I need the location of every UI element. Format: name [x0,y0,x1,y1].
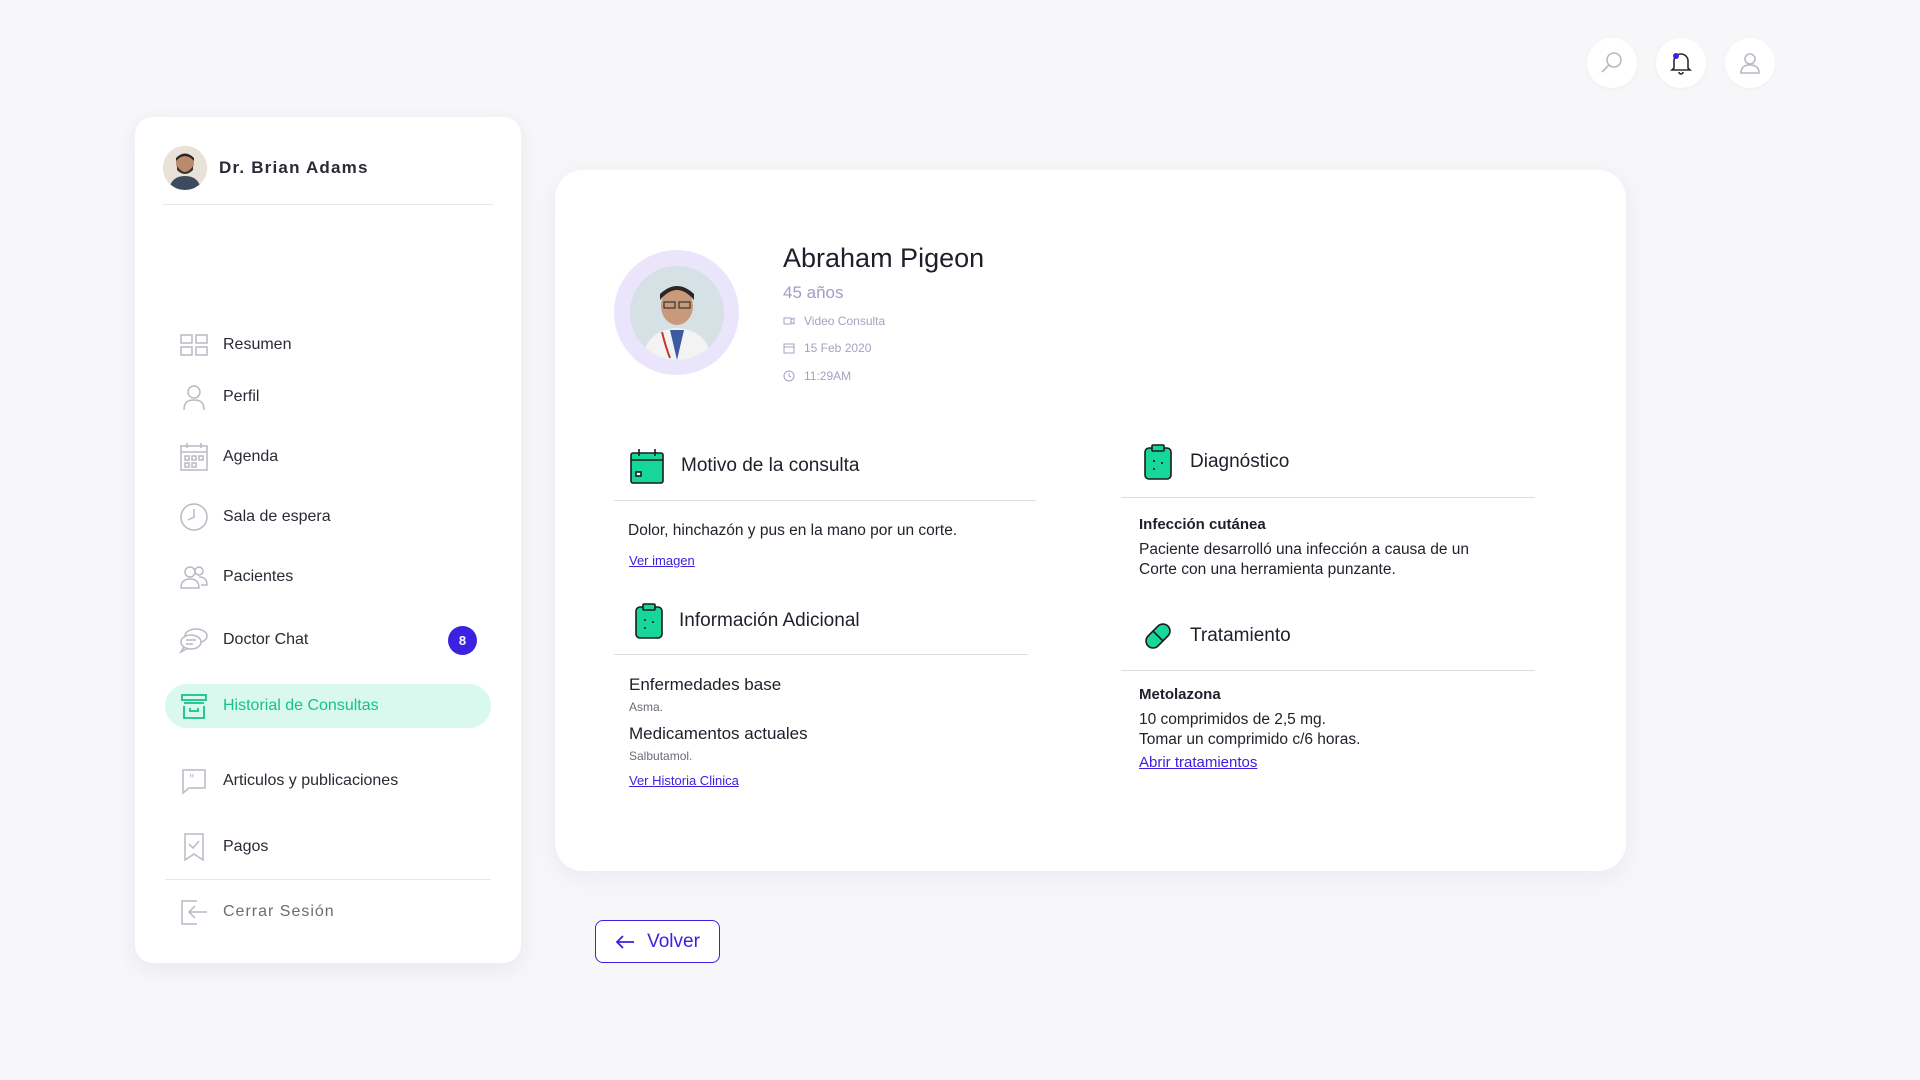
video-icon [783,317,795,325]
consultation-detail-card: Abraham Pigeon 45 años Video Consulta 15… [555,170,1626,871]
tratamiento-title: Tratamiento [1190,625,1291,646]
receipt-icon [177,830,211,864]
logout-label: Cerrar Sesión [223,903,335,920]
sidebar-item-label: Pagos [223,838,269,855]
clock-icon [783,370,795,382]
diagnostico-divider [1121,497,1535,498]
sidebar-item-historial-de-consultas[interactable]: Historial de Consultas [165,684,491,728]
consult-time-label: 11:29AM [804,369,852,383]
patient-age: 45 años [783,283,844,302]
quote-icon: " [177,764,211,798]
clipboard-icon [629,601,669,641]
archive-icon [177,689,211,723]
doctor-avatar [163,145,207,190]
motivo-divider [614,500,1036,501]
back-button[interactable]: Volver [595,920,720,963]
profile-button[interactable] [1725,38,1775,88]
patient-name: Abraham Pigeon [783,243,985,273]
logout-button[interactable]: Cerrar Sesión [165,890,491,934]
consult-time: 11:29AM [783,369,851,383]
consult-type-label: Video Consulta [804,314,886,328]
consult-type: Video Consulta [783,314,885,328]
chat-badge: 8 [448,625,477,655]
svg-text:": " [189,772,195,786]
info-divider [614,654,1028,655]
patient-avatar [614,250,739,375]
tratamiento-divider [1121,670,1535,671]
sidebar-item-pacientes[interactable]: Pacientes [165,555,491,599]
sidebar-item-label: Resumen [223,336,292,353]
sidebar-item-label: Sala de espera [223,508,331,525]
bell-icon [1670,53,1692,75]
ver-historia-clinica-link[interactable]: Ver Historia Clinica [629,773,739,788]
sidebar-item-perfil[interactable]: Perfil [165,375,491,419]
notifications-button[interactable] [1656,38,1706,88]
sidebar-item-label: Perfil [223,388,260,405]
enfermedades-label: Enfermedades base [629,675,782,694]
users-icon [177,560,211,594]
sidebar-item-resumen[interactable]: Resumen [165,323,491,367]
sidebar-item-label: Doctor Chat [223,631,309,648]
sidebar-item-label: Agenda [223,448,279,465]
arrow-left-icon [615,934,635,949]
sidebar-header: Dr. Brian Adams [163,131,493,205]
consult-date: 15 Feb 2020 [783,341,871,355]
calendar-icon [783,343,795,354]
motivo-text: Dolor, hinchazón y pus en la mano por un… [628,522,958,539]
back-label: Volver [647,930,700,952]
enfermedades-value: Asma. [629,700,664,714]
dashboard-icon [177,328,211,362]
pill-icon [1138,616,1178,656]
tratamiento-line1: 10 comprimidos de 2,5 mg. [1139,711,1326,728]
diagnostico-title: Diagnóstico [1190,451,1290,472]
consult-date-label: 15 Feb 2020 [804,341,872,355]
medicamentos-label: Medicamentos actuales [629,724,808,743]
search-icon [1601,52,1622,73]
clock-icon [177,500,211,534]
diagnostico-line2: Corte con una herramienta punzante. [1139,561,1396,578]
info-title: Información Adicional [679,610,860,631]
sidebar-item-agenda[interactable]: Agenda [165,435,491,479]
sidebar-item-doctor-chat[interactable]: Doctor Chat 8 [165,618,491,662]
search-button[interactable] [1587,38,1637,88]
user-icon [1740,53,1760,74]
doctor-name: Dr. Brian Adams [219,157,369,177]
user-icon [177,380,211,414]
sidebar-item-sala-de-espera[interactable]: Sala de espera [165,495,491,539]
medicamentos-value: Salbutamol. [629,749,693,763]
diagnostico-line1: Paciente desarrolló una infección a caus… [1139,541,1470,558]
diagnostico-section-title: Diagnóstico [1138,442,1289,482]
calendar-icon [627,446,667,486]
sidebar: Dr. Brian Adams Resumen Perfil Agenda Sa… [135,117,521,963]
chat-icon [177,623,211,657]
abrir-tratamientos-link[interactable]: Abrir tratamientos [1139,754,1257,771]
sidebar-item-articulos[interactable]: " Articulos y publicaciones [165,759,491,803]
sidebar-item-pagos[interactable]: Pagos [165,825,491,869]
tratamiento-name: Metolazona [1139,686,1221,703]
motivo-section-title: Motivo de la consulta [627,446,860,486]
diagnostico-name: Infección cutánea [1139,516,1266,533]
ver-imagen-link[interactable]: Ver imagen [629,553,695,568]
sidebar-item-label: Historial de Consultas [223,697,379,714]
sidebar-item-label: Articulos y publicaciones [223,772,399,789]
logout-icon [177,895,211,929]
tratamiento-line2: Tomar un comprimido c/6 horas. [1139,731,1361,748]
motivo-title: Motivo de la consulta [681,455,860,476]
sidebar-divider [165,879,491,880]
clipboard-icon [1138,442,1178,482]
sidebar-item-label: Pacientes [223,568,294,585]
tratamiento-section-title: Tratamiento [1138,616,1291,656]
info-section-title: Información Adicional [629,601,860,641]
calendar-icon [177,440,211,474]
